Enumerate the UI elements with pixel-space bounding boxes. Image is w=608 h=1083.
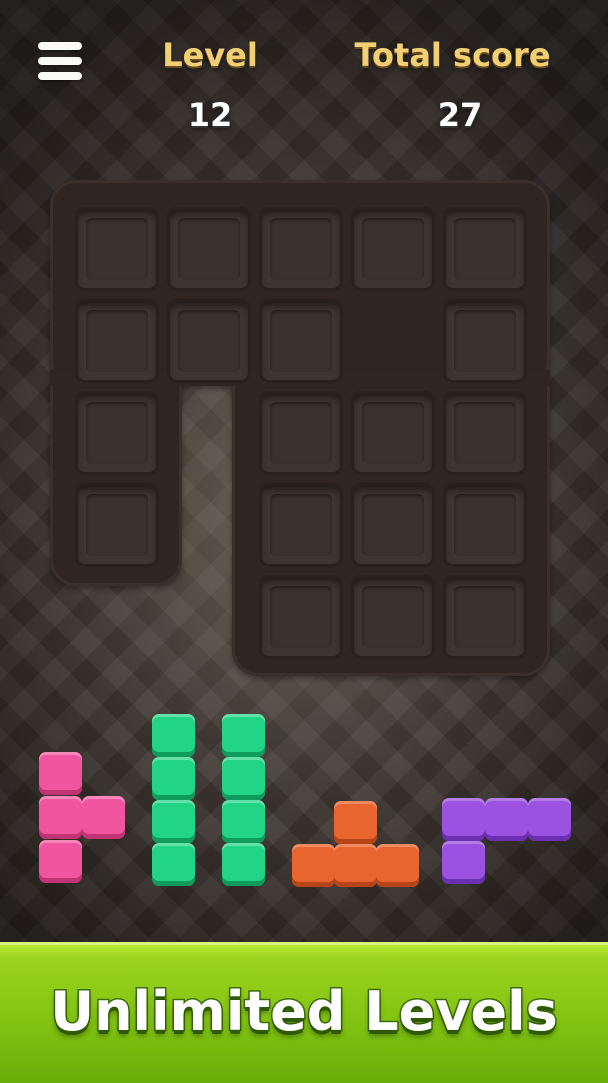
board-cell[interactable] [167, 299, 251, 383]
board-cell[interactable] [75, 299, 159, 383]
board-cell[interactable] [259, 391, 343, 475]
menu-line [38, 57, 82, 65]
board-cell[interactable] [167, 207, 251, 291]
level-value: 12 [187, 96, 233, 134]
orange-block [376, 844, 419, 887]
board-cell[interactable] [443, 483, 527, 567]
green-block [152, 714, 195, 757]
hamburger-menu-icon[interactable] [38, 40, 84, 82]
board-cell[interactable] [351, 483, 435, 567]
board-cell[interactable] [351, 575, 435, 659]
purple-block [442, 798, 485, 841]
level-label: Level [162, 36, 258, 74]
board-cell[interactable] [259, 575, 343, 659]
board-cell[interactable] [259, 299, 343, 383]
total-score-value: 27 [437, 96, 483, 134]
orange-block [334, 801, 377, 844]
board-cell[interactable] [75, 207, 159, 291]
board-cell[interactable] [351, 207, 435, 291]
board-cell[interactable] [259, 207, 343, 291]
banner-title: Unlimited Levels [49, 979, 560, 1045]
total-score-label: Total score [354, 36, 551, 74]
purple-block [528, 798, 571, 841]
board-cell[interactable] [75, 391, 159, 475]
board-cell[interactable] [351, 391, 435, 475]
menu-line [38, 42, 82, 50]
pink-block [39, 840, 82, 883]
green-block [152, 757, 195, 800]
purple-block [485, 798, 528, 841]
board-cell[interactable] [443, 207, 527, 291]
orange-block [292, 844, 335, 887]
green-block [152, 843, 195, 886]
green-block [152, 800, 195, 843]
green-block [222, 757, 265, 800]
pink-block [39, 796, 82, 839]
board-cell[interactable] [75, 483, 159, 567]
pink-block [39, 752, 82, 795]
green-block [222, 714, 265, 757]
green-block [222, 843, 265, 886]
menu-line [38, 72, 82, 80]
purple-block [442, 841, 485, 884]
board-cell[interactable] [443, 391, 527, 475]
board-cell[interactable] [443, 575, 527, 659]
board-cell[interactable] [443, 299, 527, 383]
board-cell[interactable] [259, 483, 343, 567]
green-block [222, 800, 265, 843]
pink-block [82, 796, 125, 839]
orange-block [334, 844, 377, 887]
